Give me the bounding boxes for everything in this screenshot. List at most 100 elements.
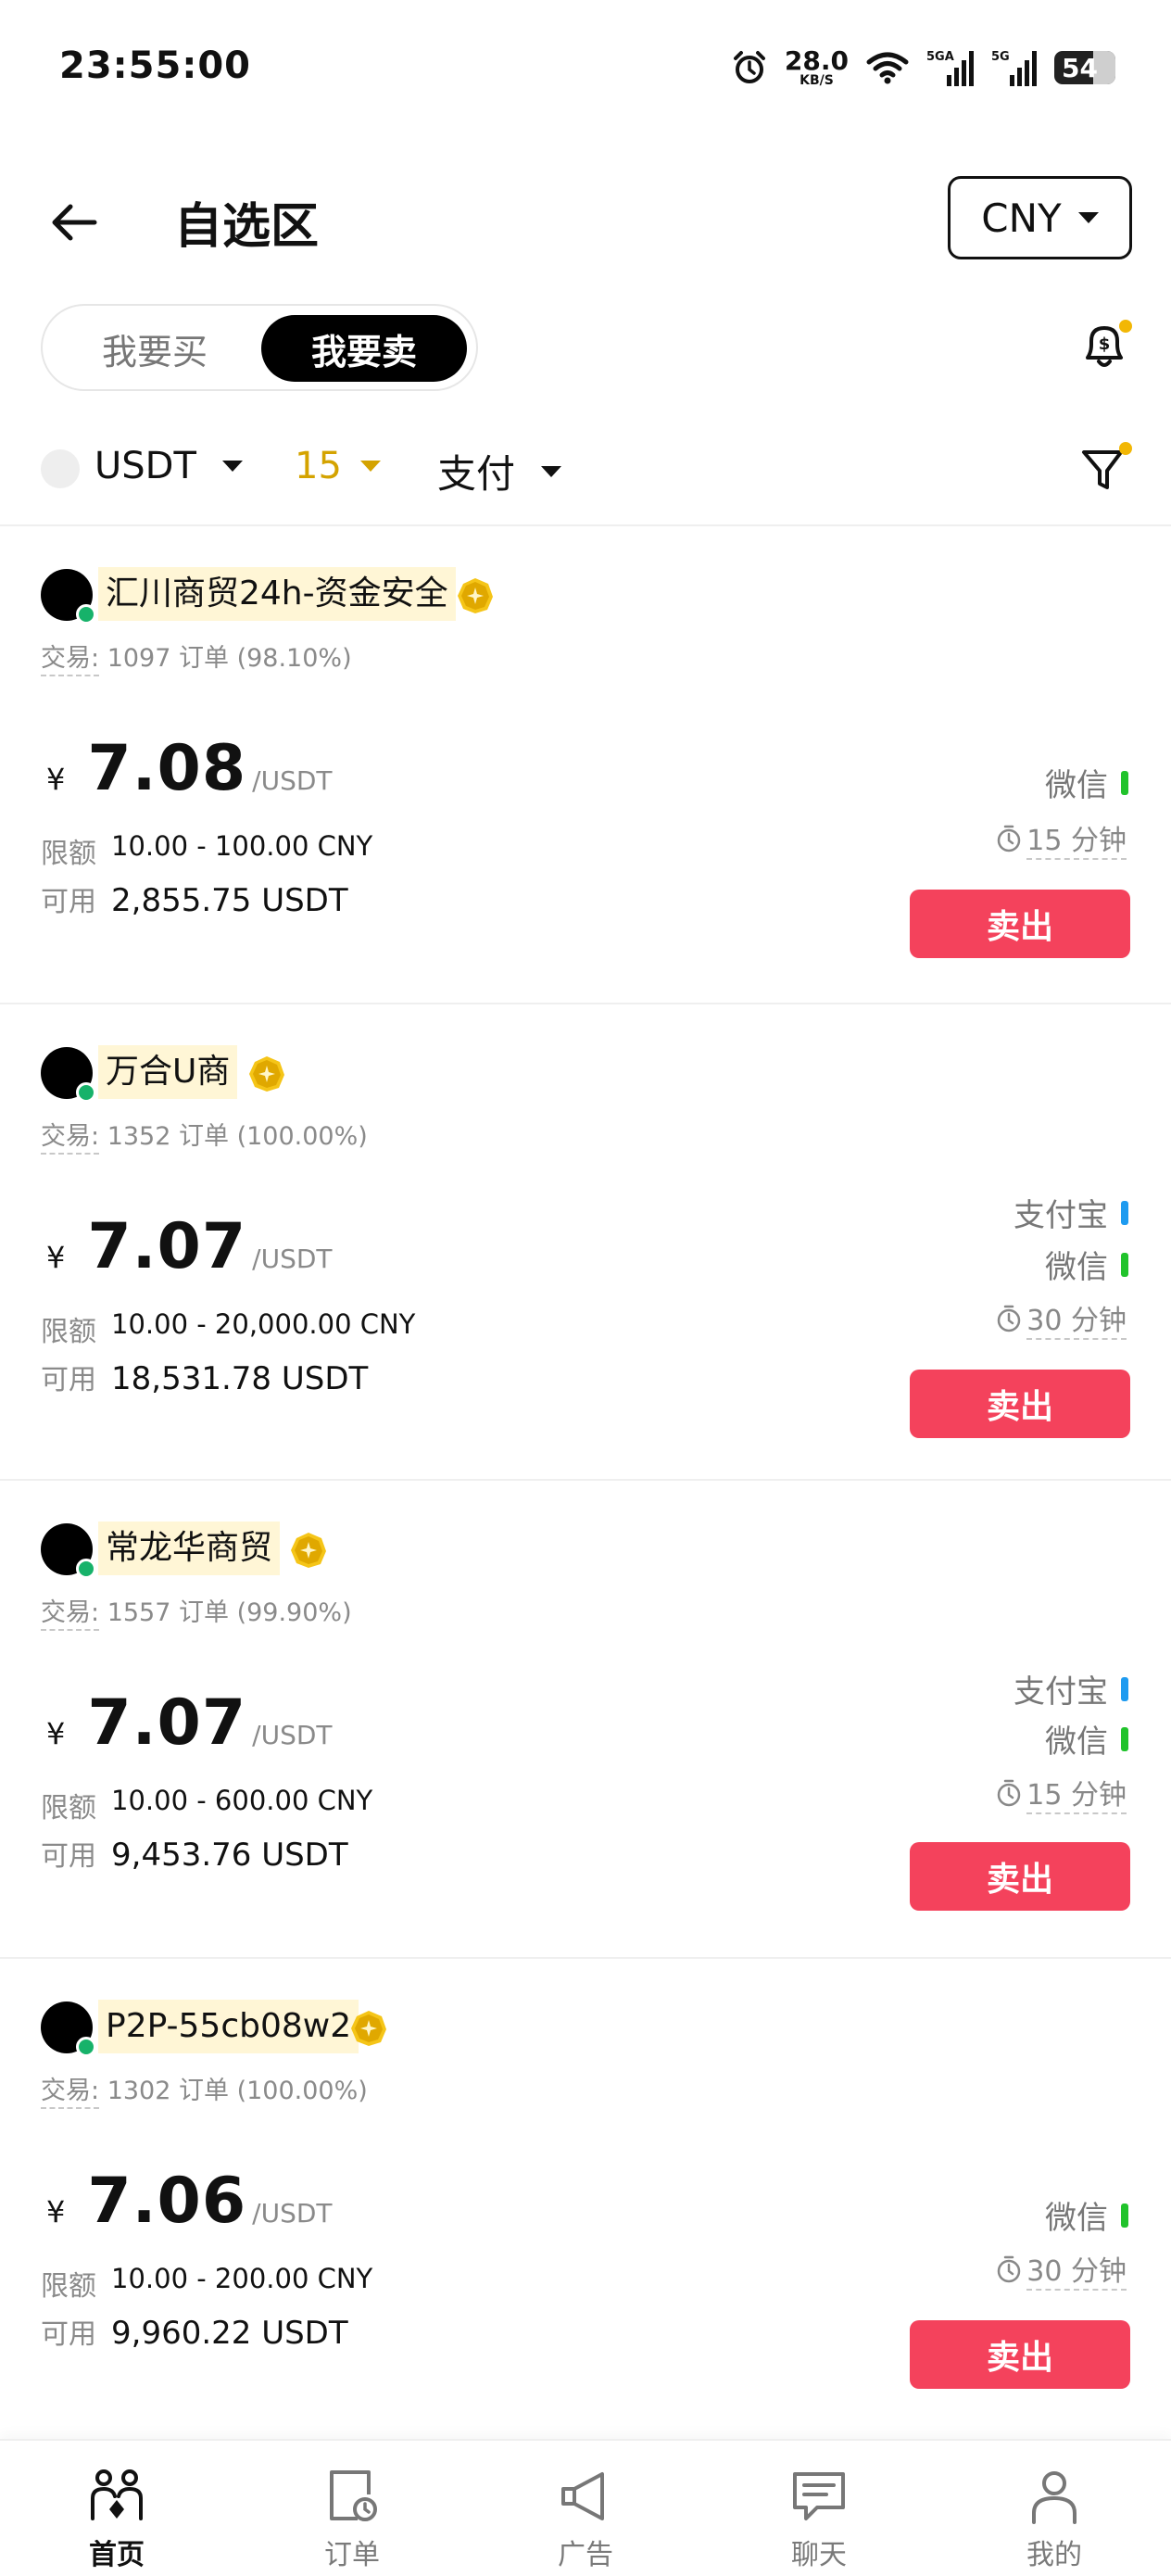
amount-filter[interactable]: 15 <box>295 445 381 487</box>
price: ¥ 7.07 /USDT <box>46 1686 333 1760</box>
limit-row: 限额 10.00 - 600.00 CNY <box>41 1785 372 1825</box>
filter-funnel-icon[interactable] <box>1078 441 1134 499</box>
payment-time-limit: 15 分钟 <box>995 1772 1127 1814</box>
payment-method-label: 微信 <box>1045 1724 1108 1761</box>
profile-icon <box>1032 2471 1077 2524</box>
price-unit: /USDT <box>252 765 333 796</box>
merchant-name[interactable]: 常龙华商贸 <box>98 1522 281 1575</box>
available-label: 可用 <box>41 2318 96 2351</box>
timer-icon <box>998 1305 1021 1332</box>
trade-stats: 交易: 1557 订单 (99.90%) <box>41 1592 352 1631</box>
available-value: 2,855.75 USDT <box>111 882 348 919</box>
net-speed-value: 28.0 <box>784 45 849 76</box>
currency-selector[interactable]: CNY <box>948 176 1132 259</box>
payment-time-limit: 15 分钟 <box>995 817 1127 860</box>
header: 自选区 CNY <box>0 167 1171 269</box>
available-row: 可用 2,855.75 USDT <box>41 878 348 919</box>
available-value: 18,531.78 USDT <box>111 1360 369 1397</box>
nav-item-chat[interactable]: 聊天 <box>736 2467 902 2572</box>
listing-card: 汇川商贸24h-资金安全 交易: 1097 订单 (98.10%) ¥ 7.08… <box>0 526 1171 1003</box>
payment-filter[interactable]: 支付 <box>437 443 562 499</box>
limit-value: 10.00 - 20,000.00 CNY <box>111 1308 416 1340</box>
battery-icon: 54 <box>1054 51 1115 84</box>
coin-filter[interactable]: USDT <box>94 445 243 487</box>
sell-button[interactable]: 卖出 <box>910 1370 1130 1438</box>
p2p-market-screen: 23:55:00 28.0 KB/S 5GA 5G 54 自选区 CNY 我要买… <box>0 0 1171 2576</box>
nav-item-ads[interactable]: 广告 <box>502 2467 669 2572</box>
sell-button[interactable]: 卖出 <box>910 890 1130 958</box>
merchant-name[interactable]: P2P-55cb08w2 <box>98 2000 359 2053</box>
sim1-label: 5GA <box>926 50 954 64</box>
status-time: 23:55:00 <box>59 44 251 87</box>
signal-sim2-icon: 5G <box>991 50 1037 86</box>
merchant-name[interactable]: 汇川商贸24h-资金安全 <box>98 567 456 621</box>
payment-method-wechat: 微信 <box>1045 1716 1128 1762</box>
amount-filter-label: 15 <box>295 445 342 487</box>
payment-method-wechat: 微信 <box>1045 2192 1128 2238</box>
caret-down-icon <box>221 461 243 472</box>
limit-row: 限额 10.00 - 200.00 CNY <box>41 2263 372 2304</box>
nav-item-home[interactable]: 首页 <box>33 2467 200 2572</box>
tab-buy[interactable]: 我要买 <box>56 315 254 382</box>
nav-item-profile[interactable]: 我的 <box>971 2467 1138 2572</box>
sell-button[interactable]: 卖出 <box>910 2320 1130 2389</box>
available-label: 可用 <box>41 1364 96 1396</box>
verified-merchant-badge-icon <box>351 2011 386 2046</box>
online-status-dot <box>76 2037 96 2057</box>
available-label: 可用 <box>41 1840 96 1873</box>
verified-merchant-badge-icon <box>458 578 493 613</box>
wifi-icon <box>866 52 909 84</box>
status-bar: 23:55:00 28.0 KB/S 5GA 5G 54 <box>0 0 1171 139</box>
available-row: 可用 9,453.76 USDT <box>41 1833 348 1874</box>
time-limit-label: 30 分钟 <box>1026 1297 1127 1340</box>
battery-level: 54 <box>1062 52 1098 83</box>
svg-text:$: $ <box>1099 335 1111 354</box>
limit-value: 10.00 - 600.00 CNY <box>111 1785 373 1816</box>
net-speed-unit: KB/S <box>800 73 834 88</box>
sell-button[interactable]: 卖出 <box>910 1842 1130 1911</box>
currency-symbol: ¥ <box>46 1716 66 1751</box>
online-status-dot <box>76 1559 96 1579</box>
nav-label: 首页 <box>89 2539 145 2571</box>
payment-method-label: 支付宝 <box>1014 1197 1108 1234</box>
limit-label: 限额 <box>41 1792 96 1825</box>
available-label: 可用 <box>41 886 96 918</box>
payment-color-bar <box>1121 1252 1128 1277</box>
payment-method-label: 微信 <box>1045 1249 1108 1286</box>
trade-stats: 交易: 1097 订单 (98.10%) <box>41 638 352 676</box>
filter-bar: USDT 15 支付 <box>0 436 1171 504</box>
payment-color-bar <box>1121 770 1128 795</box>
trade-stats: 交易: 1352 订单 (100.00%) <box>41 1116 368 1155</box>
time-limit-label: 15 分钟 <box>1026 1772 1127 1814</box>
online-status-dot <box>76 604 96 625</box>
payment-color-bar <box>1121 1676 1128 1701</box>
nav-item-orders[interactable]: 订单 <box>269 2467 435 2572</box>
payment-color-bar <box>1121 1726 1128 1751</box>
arrow-left-icon <box>52 204 97 241</box>
merchant-name[interactable]: 万合U商 <box>98 1045 238 1099</box>
timer-icon <box>998 2255 1021 2283</box>
trade-stats-label: 交易: <box>41 644 100 676</box>
alarm-icon <box>733 51 765 83</box>
price-value: 7.07 <box>87 1686 247 1760</box>
tab-sell[interactable]: 我要卖 <box>261 315 467 382</box>
limit-value: 10.00 - 200.00 CNY <box>111 2263 373 2294</box>
caret-down-icon <box>541 465 562 477</box>
megaphone-icon <box>561 2472 604 2520</box>
nav-label: 订单 <box>324 2539 380 2571</box>
trade-stats-value: 1097 订单 (98.10%) <box>107 644 352 673</box>
home-people-icon <box>91 2469 143 2520</box>
timer-icon <box>998 1779 1021 1807</box>
limit-row: 限额 10.00 - 20,000.00 CNY <box>41 1308 415 1349</box>
limit-value: 10.00 - 100.00 CNY <box>111 830 373 862</box>
payment-method-label: 微信 <box>1045 2200 1108 2237</box>
price-unit: /USDT <box>252 2198 333 2229</box>
price-alert-bell-icon[interactable]: $ <box>1077 317 1134 374</box>
time-limit-label: 30 分钟 <box>1026 2248 1127 2291</box>
back-button[interactable] <box>41 189 107 256</box>
nav-label: 广告 <box>558 2539 613 2571</box>
trade-stats-value: 1302 订单 (100.00%) <box>107 2077 368 2105</box>
trade-stats: 交易: 1302 订单 (100.00%) <box>41 2070 368 2109</box>
nav-label: 我的 <box>1026 2539 1082 2571</box>
page-title: 自选区 <box>174 199 320 255</box>
